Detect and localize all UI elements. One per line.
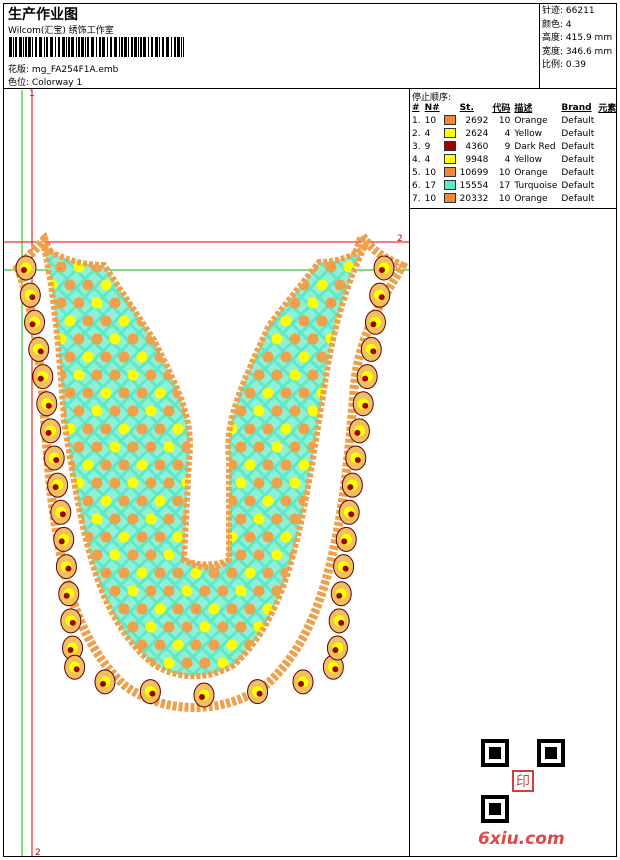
col-element: 元素 [598, 104, 617, 114]
table-row: 6. 17 15554 17 Turquoise Default [412, 180, 595, 191]
col-description: 描述 [514, 104, 533, 114]
thread-color-swatch [443, 128, 456, 139]
specs-divider [539, 3, 540, 88]
colorway-label: 色位: [8, 78, 30, 88]
thread-color-swatch [443, 167, 456, 178]
barcode-image [9, 37, 184, 57]
embroidery-preview [4, 90, 409, 856]
svg-text:印: 印 [516, 774, 530, 790]
spec-stitches: 针迹: 66211 [542, 6, 595, 16]
spec-colors: 颜色: 4 [542, 19, 572, 30]
thread-color-swatch [443, 141, 456, 152]
qr-code-image: 印 [481, 739, 565, 823]
table-divider [409, 208, 617, 209]
design-specs: 针迹: 66211 颜色: 4 高度: 415.9 mm 宽度: 346.6 m… [542, 5, 612, 73]
spec-width: 宽度: 346.6 mm [542, 46, 613, 57]
header-divider [3, 88, 617, 89]
colorway-name: Colorway 1 [31, 78, 83, 88]
table-row: 7. 10 20332 10 Orange Default [412, 193, 595, 204]
design-file-name: mg_FA254F1A.emb [31, 65, 119, 75]
thread-color-swatch [443, 180, 456, 191]
guide-label-right: 2 [397, 234, 403, 244]
color-sequence-table: # N# St. 代码 描述 Brand 元素 1. 10 2692 10 Orange… [410, 101, 618, 205]
thread-color-swatch [443, 193, 456, 204]
colorway-row: 色位: Colorway 1 [8, 75, 82, 88]
design-file-row: 花版: mg_FA254F1A.emb [8, 62, 118, 75]
spec-height: 高度: 415.9 mm [542, 33, 613, 43]
col-brand: Brand [561, 102, 592, 113]
company-name: Wilcom(汇宝) 绣饰工作室 [8, 26, 114, 36]
col-code: 代码 [492, 104, 511, 114]
design-file-label: 花版: [8, 65, 30, 75]
table-header-row: # N# St. 代码 描述 Brand 元素 [410, 101, 618, 115]
guide-label-bottom: 2 [35, 848, 41, 858]
col-number: N# [424, 102, 440, 113]
spec-scale: 比例: 0.39 [542, 60, 586, 70]
thread-color-swatch [443, 115, 456, 126]
table-row: 2. 4 2624 4 Yellow Default [412, 128, 595, 139]
page-title: 生产作业图 [8, 7, 78, 23]
table-row: 3. 9 4360 9 Dark Red Default [412, 141, 595, 152]
col-index: # [412, 102, 420, 113]
col-stitches: St. [459, 102, 474, 113]
table-row: 4. 4 9948 4 Yellow Default [412, 154, 595, 165]
site-watermark: 6xiu.com [478, 829, 565, 849]
thread-color-swatch [443, 154, 456, 165]
table-row: 5. 10 10699 10 Orange Default [412, 167, 595, 178]
guide-label-top: 1 [29, 89, 35, 99]
table-row: 1. 10 2692 10 Orange Default [412, 115, 595, 126]
